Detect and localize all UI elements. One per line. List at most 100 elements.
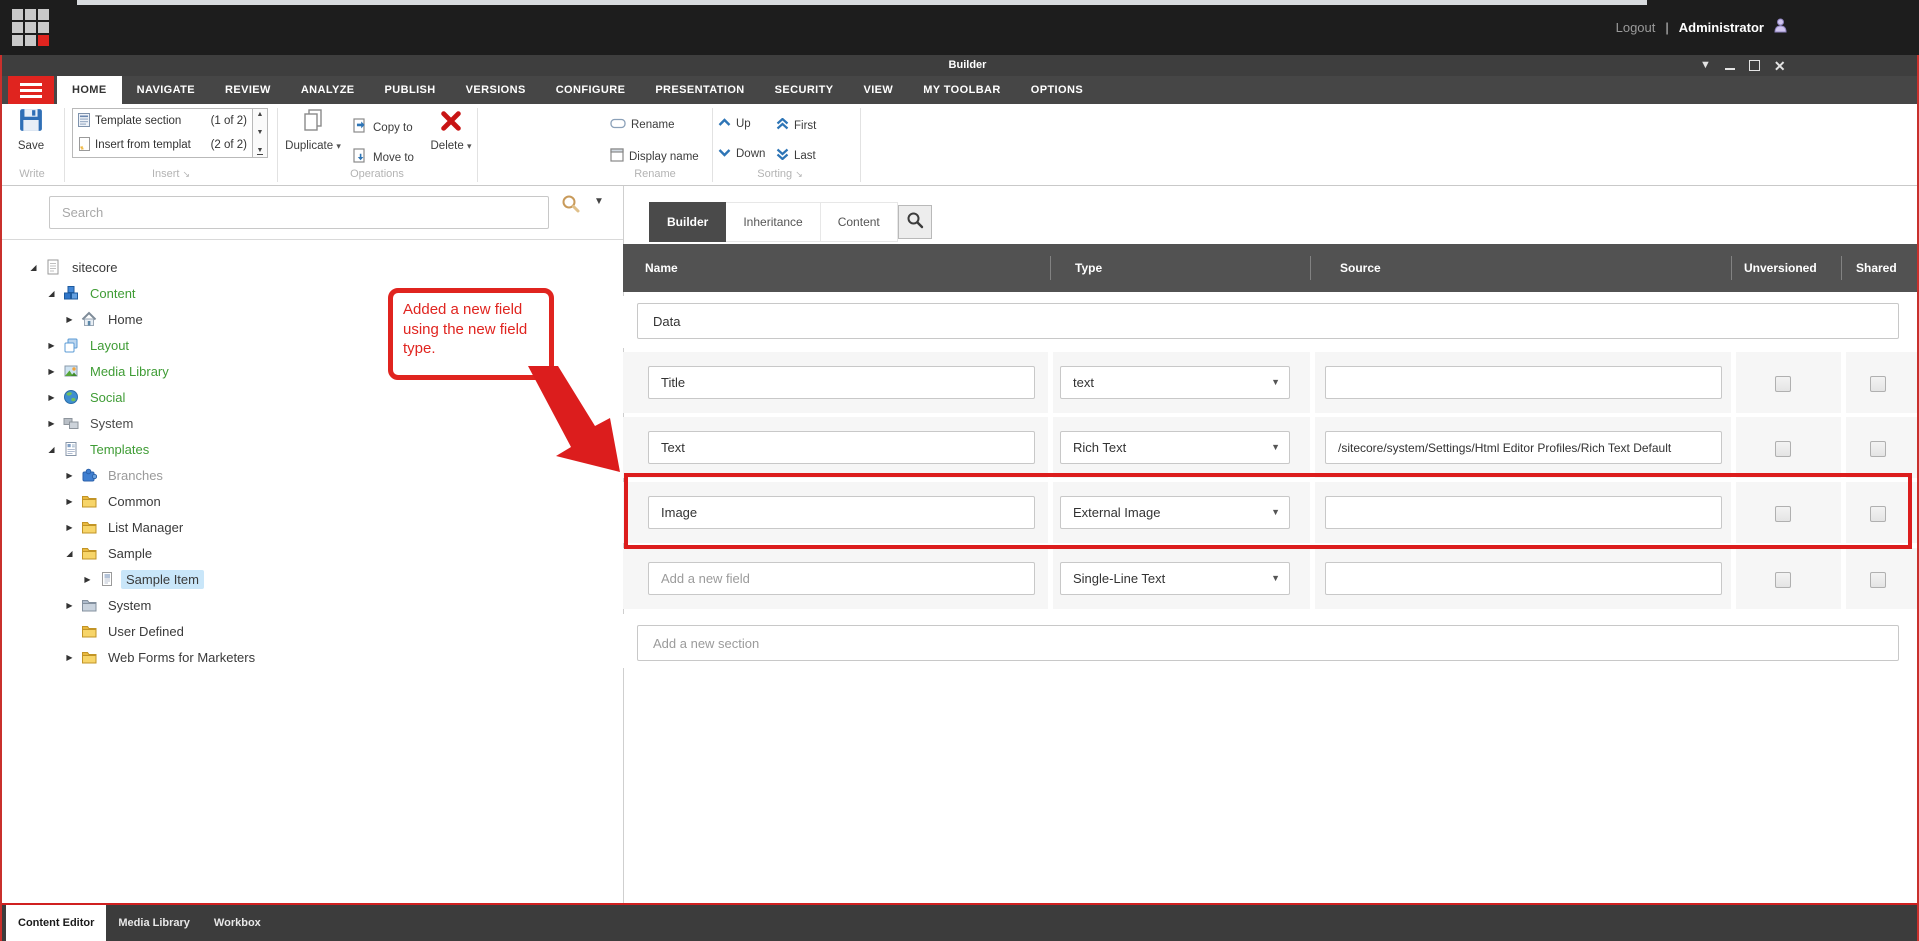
shared-checkbox[interactable] — [1870, 376, 1886, 392]
field-name-input[interactable] — [648, 496, 1035, 529]
statusbar-tab-media-library[interactable]: Media Library — [106, 905, 202, 941]
tree-expander-icon[interactable]: ▶ — [46, 367, 57, 376]
tree-item-label[interactable]: System — [103, 596, 156, 615]
field-source-input[interactable] — [1325, 562, 1722, 595]
field-type-select[interactable]: text▼ — [1060, 366, 1290, 399]
ribbon-tab-my-toolbar[interactable]: MY TOOLBAR — [908, 76, 1016, 104]
statusbar-tab-content-editor[interactable]: Content Editor — [6, 905, 106, 941]
tree-item-media-library[interactable]: ▶ Media Library — [46, 360, 174, 382]
tree-item-system[interactable]: ▶ System — [64, 594, 156, 616]
tree-expander-icon[interactable]: ▶ — [64, 601, 75, 610]
search-icon[interactable] — [560, 193, 582, 220]
close-icon[interactable]: ✕ — [1774, 59, 1786, 73]
unversioned-checkbox[interactable] — [1775, 572, 1791, 588]
tree-item-label[interactable]: Templates — [85, 440, 154, 459]
field-type-select[interactable]: Single-Line Text▼ — [1060, 562, 1290, 595]
field-type-select[interactable]: External Image▼ — [1060, 496, 1290, 529]
editor-tab-inheritance[interactable]: Inheritance — [726, 202, 820, 242]
tree-item-sample-item[interactable]: ▶ Sample Item — [82, 568, 204, 590]
tree-item-system[interactable]: ▶System — [46, 412, 138, 434]
save-button[interactable]: Save — [6, 108, 56, 152]
add-section-input[interactable] — [637, 625, 1899, 661]
scroll-up-icon[interactable]: ▲ — [257, 111, 264, 118]
field-name-input[interactable] — [648, 366, 1035, 399]
unversioned-checkbox[interactable] — [1775, 441, 1791, 457]
ribbon-tab-view[interactable]: VIEW — [848, 76, 908, 104]
tree-expander-icon[interactable]: ◢ — [64, 549, 75, 558]
field-source-input[interactable] — [1325, 431, 1722, 464]
display-name-button[interactable]: Display name — [610, 148, 699, 165]
panel-search-button[interactable] — [898, 205, 932, 239]
ribbon-tab-navigate[interactable]: NAVIGATE — [122, 76, 210, 104]
tree-expander-icon[interactable]: ▶ — [64, 497, 75, 506]
sort-up-button[interactable]: Up — [718, 118, 751, 130]
tree-item-label[interactable]: Social — [85, 388, 130, 407]
tree-expander-icon[interactable]: ▶ — [64, 471, 75, 480]
tree-item-label[interactable]: System — [85, 414, 138, 433]
tree-item-layout[interactable]: ▶Layout — [46, 334, 134, 356]
ribbon-tab-security[interactable]: SECURITY — [760, 76, 849, 104]
field-source-input[interactable] — [1325, 366, 1722, 399]
tree-expander-icon[interactable]: ◢ — [46, 289, 57, 298]
window-dropdown-icon[interactable]: ▼ — [1700, 60, 1711, 71]
tree-item-home[interactable]: ▶Home — [64, 308, 148, 330]
tree-item-label[interactable]: Sample — [103, 544, 157, 563]
tree-item-sitecore[interactable]: ◢ sitecore — [28, 256, 123, 278]
ribbon-tab-home[interactable]: HOME — [57, 76, 122, 104]
copy-to-button[interactable]: Copy to — [352, 118, 413, 137]
insert-option-from-template[interactable]: Insert from templat (2 of 2) — [73, 133, 252, 157]
maximize-icon[interactable] — [1749, 60, 1760, 71]
menu-hamburger-button[interactable] — [8, 76, 54, 104]
tree-item-label[interactable]: sitecore — [67, 258, 123, 277]
duplicate-button[interactable]: Duplicate ▾ — [283, 108, 343, 152]
dialog-launcher-icon[interactable]: ↘ — [795, 169, 803, 179]
editor-tab-content[interactable]: Content — [821, 202, 898, 242]
insert-option-template-section[interactable]: Template section (1 of 2) — [73, 109, 252, 133]
sort-down-button[interactable]: Down — [718, 148, 765, 160]
tree-item-label[interactable]: Content — [85, 284, 141, 303]
tree-item-label[interactable]: Layout — [85, 336, 134, 355]
sitecore-logo-icon[interactable] — [12, 9, 49, 46]
ribbon-tab-publish[interactable]: PUBLISH — [370, 76, 451, 104]
tree-expander-icon[interactable]: ▶ — [82, 575, 93, 584]
unversioned-checkbox[interactable] — [1775, 376, 1791, 392]
ribbon-tab-configure[interactable]: CONFIGURE — [541, 76, 641, 104]
statusbar-tab-workbox[interactable]: Workbox — [202, 905, 273, 941]
current-user-label[interactable]: Administrator — [1679, 20, 1764, 35]
tree-item-branches[interactable]: ▶Branches — [64, 464, 168, 486]
editor-tab-builder[interactable]: Builder — [649, 202, 726, 242]
tree-item-user-defined[interactable]: User Defined — [64, 620, 189, 642]
search-input[interactable] — [49, 196, 549, 229]
tree-item-label[interactable]: Media Library — [85, 362, 174, 381]
tree-expander-icon[interactable]: ◢ — [46, 445, 57, 454]
ribbon-tab-review[interactable]: REVIEW — [210, 76, 286, 104]
sort-last-button[interactable]: Last — [776, 148, 816, 163]
tree-expander-icon[interactable]: ▶ — [46, 393, 57, 402]
ribbon-tab-options[interactable]: OPTIONS — [1016, 76, 1098, 104]
scroll-last-icon[interactable]: ▼ — [257, 147, 264, 155]
move-to-button[interactable]: Move to — [352, 148, 414, 167]
tree-item-common[interactable]: ▶Common — [64, 490, 166, 512]
tree-expander-icon[interactable]: ◢ — [28, 263, 39, 272]
unversioned-checkbox[interactable] — [1775, 506, 1791, 522]
tree-item-label[interactable]: Web Forms for Marketers — [103, 648, 260, 667]
minimize-icon[interactable] — [1725, 68, 1735, 70]
tree-item-label[interactable]: User Defined — [103, 622, 189, 641]
tree-item-label[interactable]: List Manager — [103, 518, 188, 537]
ribbon-tab-analyze[interactable]: ANALYZE — [286, 76, 370, 104]
tree-item-social[interactable]: ▶ Social — [46, 386, 130, 408]
tree-item-web-forms-for-marketers[interactable]: ▶ Web Forms for Marketers — [64, 646, 260, 668]
ribbon-tab-presentation[interactable]: PRESENTATION — [640, 76, 759, 104]
shared-checkbox[interactable] — [1870, 572, 1886, 588]
tree-item-label[interactable]: Sample Item — [121, 570, 204, 589]
ribbon-tab-versions[interactable]: VERSIONS — [451, 76, 541, 104]
search-dropdown-icon[interactable]: ▼ — [594, 196, 604, 207]
tree-item-content[interactable]: ◢ Content — [46, 282, 141, 304]
tree-item-sample[interactable]: ◢ Sample — [64, 542, 157, 564]
tree-expander-icon[interactable]: ▶ — [64, 653, 75, 662]
field-name-input[interactable] — [648, 431, 1035, 464]
tree-expander-icon[interactable]: ▶ — [64, 315, 75, 324]
logout-link[interactable]: Logout — [1616, 20, 1656, 35]
dialog-launcher-icon[interactable]: ↘ — [183, 169, 191, 179]
scroll-down-icon[interactable]: ▼ — [257, 129, 264, 136]
